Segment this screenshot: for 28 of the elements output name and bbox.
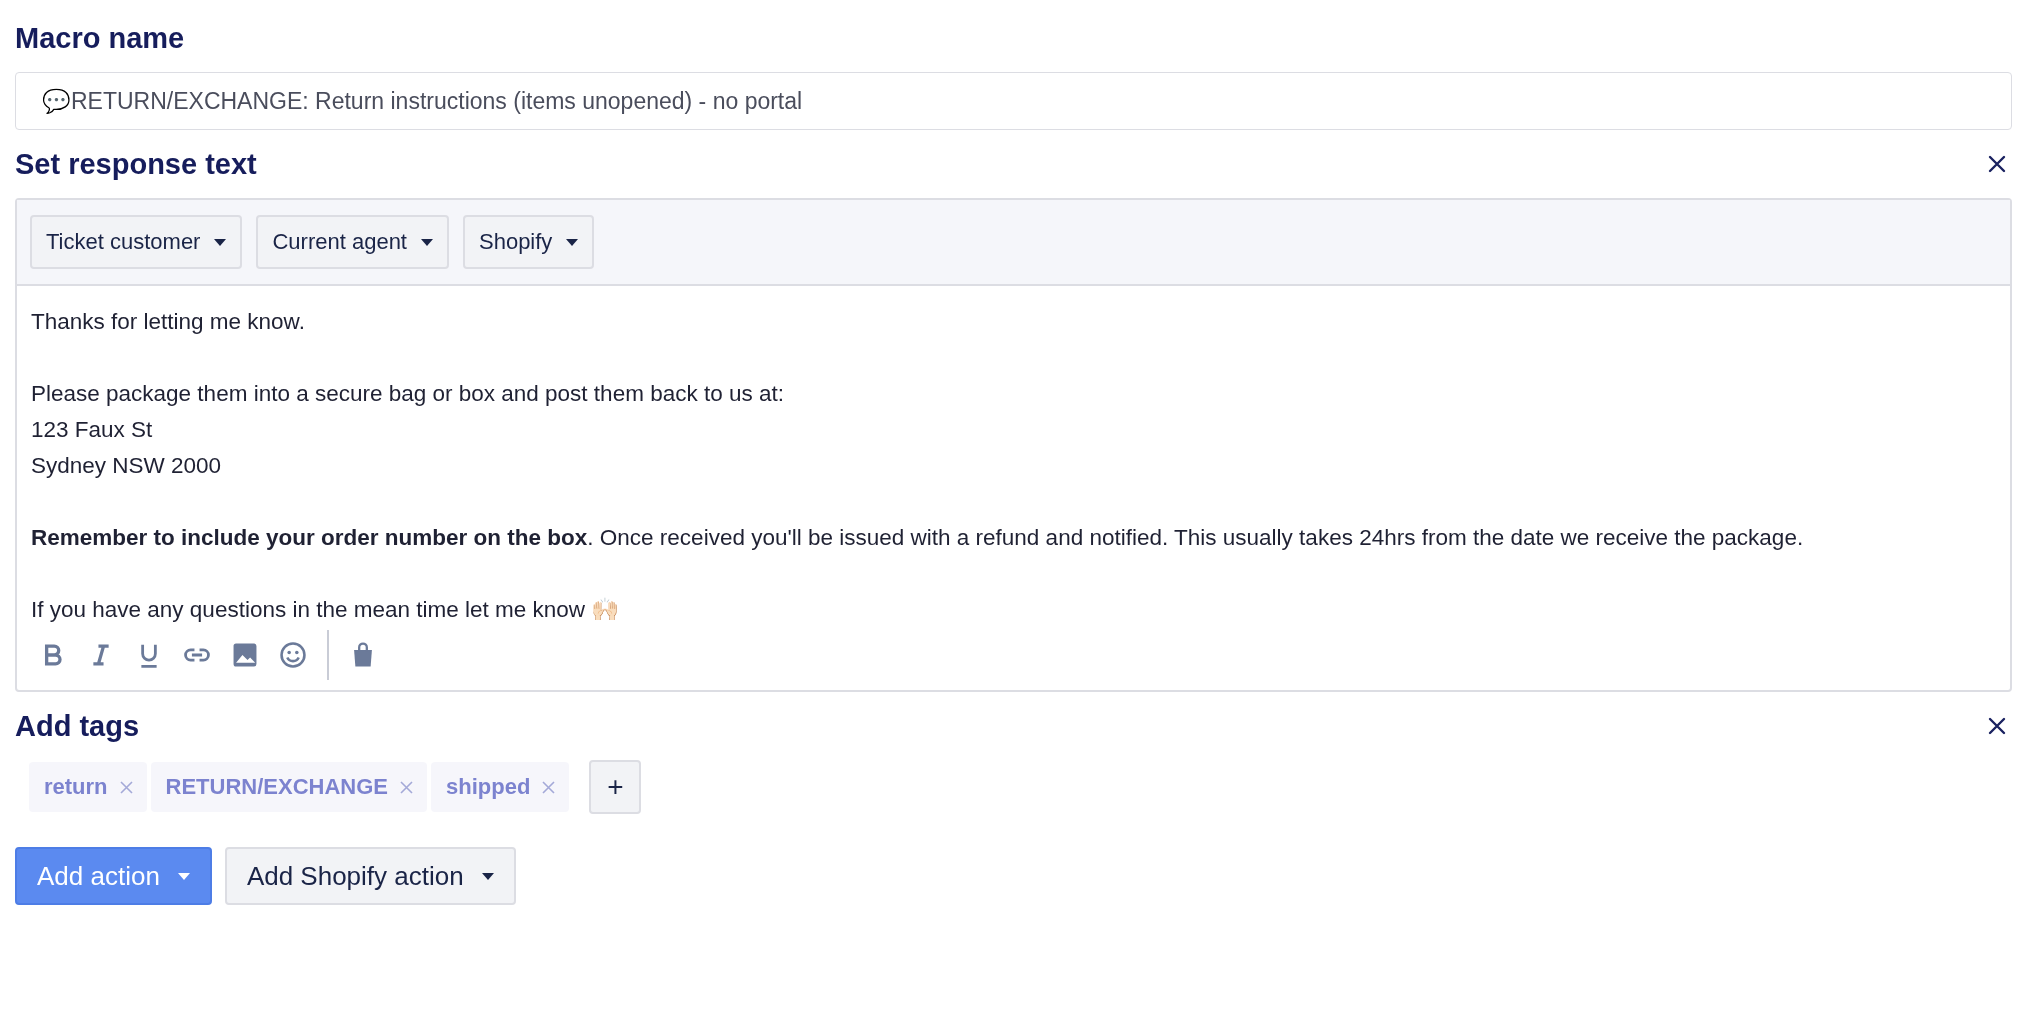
message-text: 123 Faux St [31,416,154,444]
tag-chip: RETURN/EXCHANGE [150,762,428,812]
tag-chip: shipped [431,762,570,812]
variable-dropdown[interactable]: Ticket customer [30,215,243,269]
caret-icon [566,238,579,246]
section-title: Macro name [15,21,186,56]
section-title: Add tags [15,709,140,744]
caret-icon [177,872,190,880]
caret-icon [214,238,227,246]
variable-dropdown[interactable]: Shopify [463,215,595,269]
message-text: Remember to include your order number on the box. Once received you'll be issued with a refund and notified. This usually takes 24hrs from the date we receive the package. [31,524,1805,552]
close-icon[interactable] [1988,717,2006,735]
message-text: Please package them into a secure bag or box and post them back to us at: [31,380,785,408]
message-text: If you have any questions in the mean time let me know 🙌🏻 [31,596,621,624]
image-icon[interactable] [231,641,259,669]
emoji-icon[interactable] [279,641,307,669]
close-icon[interactable] [1988,155,2006,173]
variable-dropdown[interactable]: Current agent [256,215,449,269]
caret-icon [421,238,433,246]
section-title: Set response text [15,147,257,182]
message-text: Sydney NSW 2000 [31,452,223,480]
add-action-button[interactable]: Add Shopify action [224,847,516,905]
macro-name-field[interactable]: 💬RETURN/EXCHANGE: Return instructions (items unopened) - no portal [15,72,2012,130]
caret-icon [481,872,494,880]
add-tag-button[interactable]: + [589,760,642,814]
tag-chip: return [29,762,147,812]
message-text: Thanks for letting me know. [31,308,306,336]
response-editor[interactable] [15,198,2012,692]
